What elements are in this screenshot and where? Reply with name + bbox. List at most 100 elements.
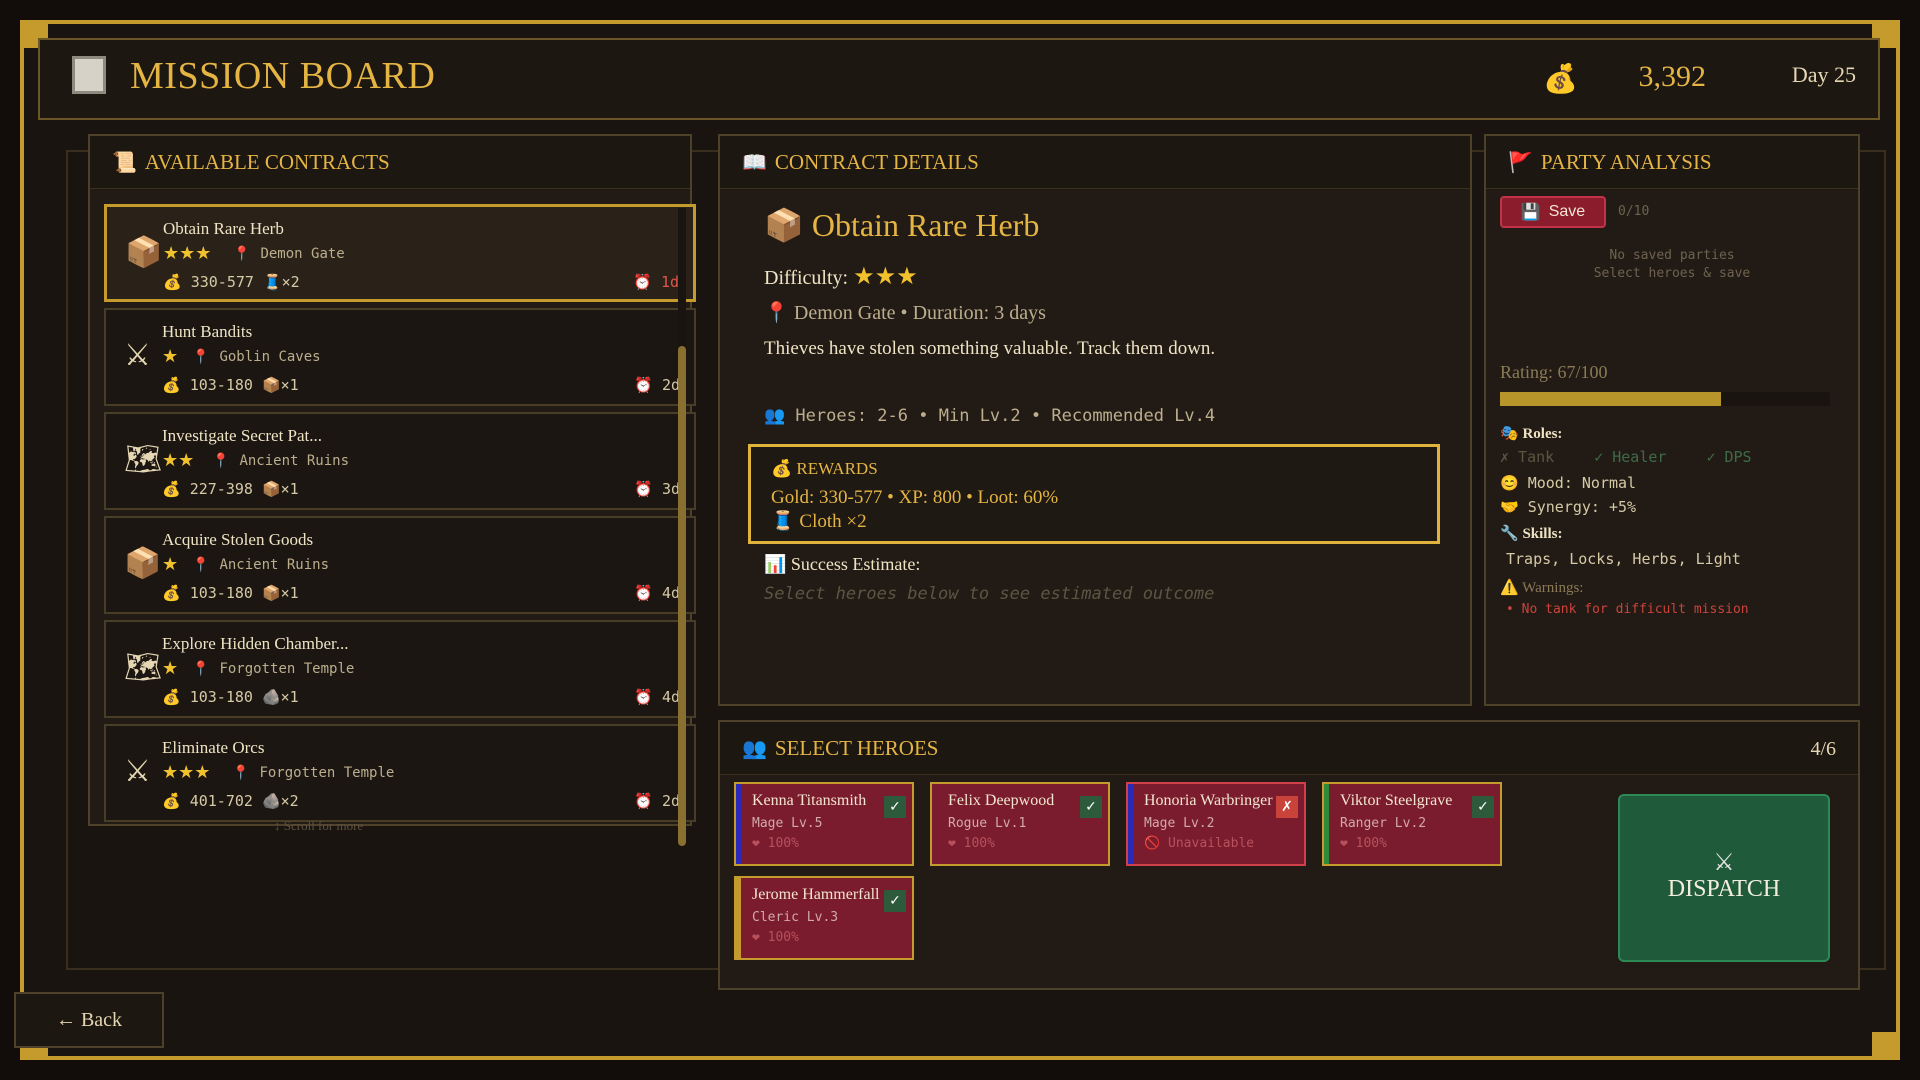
status-text: Unavailable xyxy=(1168,836,1255,851)
success-estimate-header: 📊 Success Estimate: xyxy=(764,554,920,575)
check-icon[interactable]: ✓ xyxy=(1080,796,1102,818)
clock-icon: ⏰ xyxy=(634,688,653,706)
pin-icon: 📍 xyxy=(764,302,789,324)
check-icon[interactable]: ✓ xyxy=(884,890,906,912)
success-estimate-hint: Select heroes below to see estimated out… xyxy=(764,584,1215,604)
save-party-button[interactable]: 💾 Save xyxy=(1500,196,1606,228)
clock-icon: ⏰ xyxy=(634,792,653,810)
contract-name: Explore Hidden Chamber... xyxy=(162,634,349,653)
rating-bar xyxy=(1500,392,1830,406)
role-indicator: ✓ DPS xyxy=(1706,448,1752,466)
hero-card[interactable]: Kenna Titansmith Mage Lv.5 ❤ 100% ✓ xyxy=(734,782,914,866)
heroes-panel: 👥 SELECT HEROES 4/6 Kenna Titansmith Mage… xyxy=(718,720,1860,990)
crate-icon: 📦 xyxy=(124,547,162,580)
crate-icon: 📦 xyxy=(764,207,804,243)
difficulty-stars: ★★★ xyxy=(853,264,918,290)
contract-card[interactable]: 📦 Acquire Stolen Goods ★ 📍 Ancient Ruins 💰 10… xyxy=(104,516,696,614)
check-icon[interactable]: ✓ xyxy=(1472,796,1494,818)
min-level: Min Lv.2 xyxy=(938,406,1021,426)
heroes-range: Heroes: 2-6 xyxy=(795,406,909,426)
reward-gold: Gold: 330-577 xyxy=(771,487,883,508)
status-text: 100% xyxy=(767,836,799,851)
contract-card[interactable]: 🗺 Investigate Secret Pat... ★★ 📍 Ancient Rui… xyxy=(104,412,696,510)
loot-count: ×2 xyxy=(280,792,299,810)
success-estimate-title: Success Estimate: xyxy=(790,554,921,574)
contract-card[interactable]: ⚔ Hunt Bandits ★ 📍 Goblin Caves 💰 103-180 📦×1… xyxy=(104,308,696,406)
heart-icon: ❤ xyxy=(752,836,760,851)
loot-count: ×2 xyxy=(281,273,300,291)
rewards-title: REWARDS xyxy=(796,459,878,478)
status-text: 100% xyxy=(1355,836,1387,851)
contract-time: ⏰ 3d xyxy=(634,480,680,498)
status-text: 100% xyxy=(963,836,995,851)
gold-bag-icon: 💰 xyxy=(162,480,181,498)
contract-time: ⏰ 1d xyxy=(633,273,679,291)
save-label: Save xyxy=(1548,203,1586,220)
gold-amount: 3,392 xyxy=(1638,60,1707,93)
contract-card[interactable]: 🗺 Explore Hidden Chamber... ★ 📍 Forgotten Te… xyxy=(104,620,696,718)
cross-icon[interactable]: ✗ xyxy=(1276,796,1298,818)
separator: • xyxy=(887,487,899,508)
back-button[interactable]: ← Back xyxy=(14,992,164,1048)
separator: • xyxy=(966,487,978,508)
cloth-icon: 🧵 xyxy=(262,273,282,291)
roles-label: Roles: xyxy=(1522,426,1563,442)
loot-count: ×1 xyxy=(280,376,299,394)
hero-card[interactable]: Honoria Warbringer Mage Lv.2 🚫 Unavailable… xyxy=(1126,782,1306,866)
contract-location: 📍 Demon Gate xyxy=(233,246,345,262)
contract-reward: 💰 103-180 📦×1 xyxy=(162,376,299,394)
contract-name: Hunt Bandits xyxy=(162,322,253,341)
pin-icon: 📍 xyxy=(212,453,230,469)
contract-time: ⏰ 4d xyxy=(634,688,680,706)
details-panel: 📖 CONTRACT DETAILS 📦 Obtain Rare Herb Di… xyxy=(718,134,1472,706)
scroll-icon xyxy=(72,56,106,94)
ore-icon: 🪨 xyxy=(261,688,281,706)
frame-corner xyxy=(1872,1032,1900,1060)
location-text: Forgotten Temple xyxy=(219,661,355,677)
saved-count: 0/10 xyxy=(1618,204,1650,219)
separator: • xyxy=(1030,406,1052,426)
hero-name: Felix Deepwood xyxy=(948,792,1055,809)
pin-icon: 📍 xyxy=(192,349,210,365)
contract-name: Obtain Rare Herb xyxy=(811,207,1040,243)
hero-class: Ranger Lv.2 xyxy=(1340,816,1427,831)
skills-label: Skills: xyxy=(1522,526,1563,542)
contract-card[interactable]: ⚔ Eliminate Orcs ★★★ 📍 Forgotten Temple 💰 401… xyxy=(104,724,696,822)
board-icon: 📜 xyxy=(112,151,137,174)
warning-item: • No tank for difficult mission xyxy=(1506,602,1749,617)
mood-text: Mood: Normal xyxy=(1527,474,1637,492)
hero-name: Honoria Warbringer xyxy=(1144,792,1273,809)
rewards-box: 💰 REWARDS Gold: 330-577 • XP: 800 • Loot… xyxy=(748,444,1440,544)
class-stripe xyxy=(1128,784,1133,864)
hero-class: Mage Lv.5 xyxy=(752,816,823,831)
swords-icon: ⚔ xyxy=(124,339,151,372)
time-left: 1d xyxy=(660,273,679,291)
heroes-panel-header: 👥 SELECT HEROES xyxy=(720,722,1858,775)
check-icon[interactable]: ✓ xyxy=(884,796,906,818)
role-indicator: ✗ Tank xyxy=(1500,448,1555,466)
gold-bag-icon: 💰 xyxy=(1543,64,1578,95)
crate-icon: 📦 xyxy=(261,480,281,498)
gold-bag-icon: 💰 xyxy=(163,273,182,291)
location-text: Demon Gate xyxy=(793,302,896,324)
contracts-scrollbar-thumb[interactable] xyxy=(678,346,686,846)
hero-card[interactable]: Felix Deepwood Rogue Lv.1 ❤ 100% ✓ xyxy=(930,782,1110,866)
smile-icon: 😊 xyxy=(1500,474,1519,492)
contract-card[interactable]: 📦 Obtain Rare Herb ★★★ 📍 Demon Gate 💰 330-577… xyxy=(104,204,696,302)
hero-name: Viktor Steelgrave xyxy=(1340,792,1453,809)
gold-bag-icon: 💰 xyxy=(162,792,181,810)
hero-status: ❤ 100% xyxy=(752,836,799,851)
party-panel: 🚩 PARTY ANALYSIS 💾 Save 0/10 No saved pa… xyxy=(1484,134,1860,706)
location-text: Ancient Ruins xyxy=(219,557,330,573)
contract-reward: 💰 103-180 📦×1 xyxy=(162,584,299,602)
contract-location: 📍 Goblin Caves xyxy=(192,349,321,365)
reward-range: 227-398 xyxy=(189,480,253,498)
contract-location: 📍 Forgotten Temple xyxy=(192,661,354,677)
location-row: 📍 Demon Gate • Duration: 3 days xyxy=(764,300,1046,325)
hero-card[interactable]: Jerome Hammerfall Cleric Lv.3 ❤ 100% ✓ xyxy=(734,876,914,960)
saved-empty-line2: Select heroes & save xyxy=(1593,266,1751,281)
hero-card[interactable]: Viktor Steelgrave Ranger Lv.2 ❤ 100% ✓ xyxy=(1322,782,1502,866)
hero-class: Rogue Lv.1 xyxy=(948,816,1027,831)
dispatch-button[interactable]: ⚔ DISPATCH xyxy=(1618,794,1830,962)
contract-name: Eliminate Orcs xyxy=(162,738,265,757)
